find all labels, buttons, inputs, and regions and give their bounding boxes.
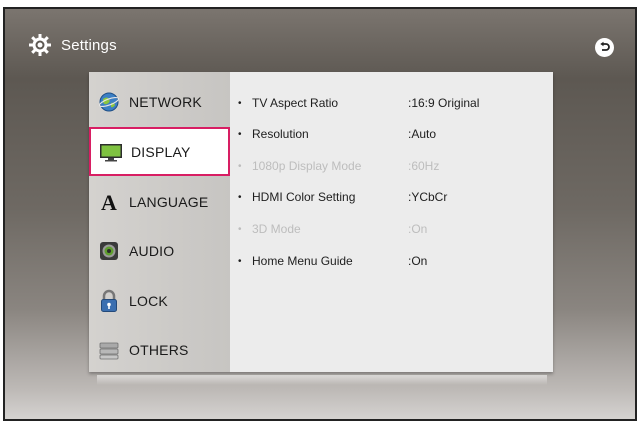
bullet: • — [238, 160, 242, 172]
setting-row-1080p-display-mode: • 1080p Display Mode :60Hz — [238, 156, 548, 176]
bullet: • — [238, 223, 242, 235]
setting-row-hdmi-color-setting[interactable]: • HDMI Color Setting :YCbCr — [238, 187, 548, 207]
setting-name: HDMI Color Setting — [252, 190, 356, 204]
sidebar-item-label: AUDIO — [129, 242, 175, 259]
bullet: • — [238, 97, 242, 109]
setting-row-home-menu-guide[interactable]: • Home Menu Guide :On — [238, 251, 548, 271]
setting-value: :Auto — [408, 127, 437, 141]
setting-row-tv-aspect-ratio[interactable]: • TV Aspect Ratio :16:9 Original — [238, 93, 548, 113]
sidebar-item-audio[interactable]: AUDIO — [89, 226, 230, 275]
setting-value: :YCbCr — [408, 190, 448, 204]
settings-list: • TV Aspect Ratio :16:9 Original • Resol… — [230, 72, 553, 372]
settings-panel: NETWORK DISPLAY A LANGUAGE AUDIO LOCK OT… — [89, 72, 553, 372]
back-arrow-icon — [600, 41, 610, 51]
setting-value: :On — [408, 254, 428, 268]
speaker-icon — [97, 239, 121, 263]
setting-row-3d-mode: • 3D Mode :On — [238, 219, 548, 239]
sidebar-item-label: LOCK — [129, 292, 168, 309]
setting-name: Resolution — [252, 127, 309, 141]
setting-name: 1080p Display Mode — [252, 159, 362, 173]
setting-value: :16:9 Original — [408, 96, 480, 110]
gear-icon — [27, 32, 53, 58]
sidebar-item-label: OTHERS — [129, 341, 189, 358]
others-icon — [97, 338, 121, 362]
svg-text:A: A — [101, 191, 117, 213]
sidebar-item-label: LANGUAGE — [129, 193, 209, 210]
setting-name: 3D Mode — [252, 222, 301, 236]
sidebar-item-lock[interactable]: LOCK — [89, 276, 230, 325]
padlock-icon — [97, 289, 121, 313]
bullet: • — [238, 191, 242, 203]
setting-name: Home Menu Guide — [252, 254, 353, 268]
bullet: • — [238, 128, 242, 140]
sidebar-item-display[interactable]: DISPLAY — [89, 127, 230, 176]
bullet: • — [238, 255, 242, 267]
panel-reflection — [97, 375, 547, 385]
back-button[interactable] — [595, 38, 614, 57]
page-title: Settings — [61, 36, 117, 54]
sidebar-item-network[interactable]: NETWORK — [89, 77, 230, 126]
sidebar-item-label: DISPLAY — [131, 143, 191, 160]
sidebar-item-label: NETWORK — [129, 93, 202, 110]
monitor-icon — [99, 140, 123, 164]
setting-row-resolution[interactable]: • Resolution :Auto — [238, 124, 548, 144]
setting-value: :On — [408, 222, 428, 236]
header: Settings — [27, 32, 117, 58]
sidebar-item-language[interactable]: A LANGUAGE — [89, 177, 230, 226]
sidebar-item-others[interactable]: OTHERS — [89, 325, 230, 374]
letter-a-icon: A — [97, 190, 121, 214]
category-sidebar: NETWORK DISPLAY A LANGUAGE AUDIO LOCK OT… — [89, 72, 230, 372]
setting-value: :60Hz — [408, 159, 440, 173]
setting-name: TV Aspect Ratio — [252, 96, 339, 110]
network-globe-icon — [97, 90, 121, 114]
settings-screen: Settings NETWORK DISPLAY A LANGUAGE AUDI… — [3, 7, 637, 421]
